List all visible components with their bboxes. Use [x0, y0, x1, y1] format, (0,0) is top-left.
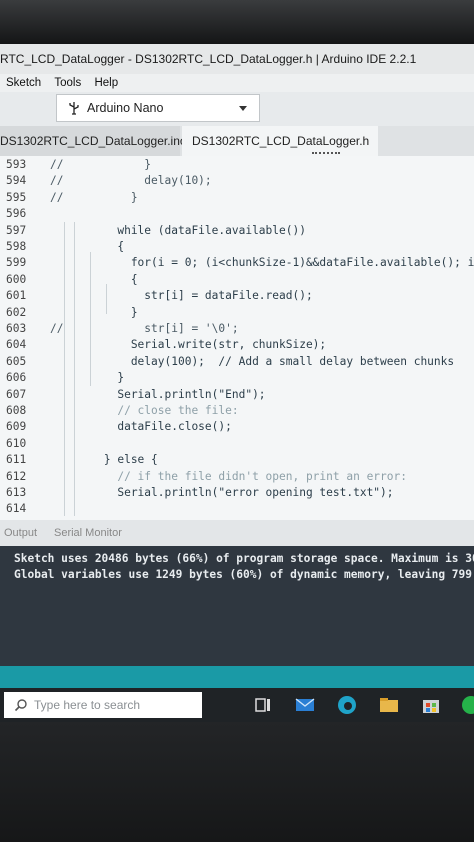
mail-icon[interactable]: [294, 694, 316, 716]
taskbar-search-box[interactable]: Type here to search: [4, 692, 202, 718]
line-number: 606: [6, 371, 27, 385]
board-selector[interactable]: Arduino Nano: [56, 94, 260, 122]
line-number: 597: [6, 223, 27, 237]
code-line: Serial.write(str, chunkSize);: [50, 338, 327, 352]
windows-taskbar: Type here to search: [0, 688, 474, 722]
tab-ino-file[interactable]: DS1302RTC_LCD_DataLogger.ino: [0, 126, 187, 156]
tab-output[interactable]: Output: [4, 520, 37, 546]
file-explorer-icon[interactable]: [378, 694, 400, 716]
code-line: while (dataFile.available()): [50, 223, 306, 237]
code-line: // }: [50, 190, 138, 204]
line-number: 600: [6, 272, 27, 286]
tab-serial-monitor[interactable]: Serial Monitor: [54, 520, 122, 546]
window-title-bar: RTC_LCD_DataLogger - DS1302RTC_LCD_DataL…: [0, 44, 474, 74]
chevron-down-icon: [239, 106, 247, 111]
line-number: 609: [6, 420, 27, 434]
line-number: 598: [6, 240, 27, 253]
output-console: Sketch uses 20486 bytes (66%) of program…: [0, 546, 474, 666]
monitor-bezel-top: [0, 0, 474, 44]
monitor-bezel-bottom: [0, 722, 474, 842]
menu-sketch[interactable]: Sketch: [6, 74, 41, 92]
tab-h-file[interactable]: DS1302RTC_LCD_DataLogger.h: [182, 126, 378, 156]
line-number: 610: [6, 436, 27, 450]
search-placeholder: Type here to search: [34, 698, 141, 712]
console-line: Sketch uses 20486 bytes (66%) of program…: [14, 552, 474, 565]
line-number-gutter: 593 594 595 596 597 598 599 600 601 602 603 604 605 6…: [0, 156, 34, 520]
store-icon[interactable]: [420, 694, 442, 716]
menu-help[interactable]: Help: [94, 74, 118, 92]
code-line: for(i = 0; (i<chunkSize-1)&&dataFile.ava…: [50, 256, 474, 270]
line-number: 612: [6, 469, 27, 483]
window-title: RTC_LCD_DataLogger - DS1302RTC_LCD_DataL…: [0, 52, 417, 66]
usb-icon: [69, 102, 79, 115]
line-number: 613: [6, 486, 27, 499]
unsaved-indicator: [312, 152, 340, 154]
code-line: {: [50, 240, 125, 253]
line-number: 607: [6, 387, 27, 401]
whatsapp-icon[interactable]: [460, 694, 474, 716]
code-line: dataFile.close();: [50, 420, 232, 434]
line-number: 614: [6, 502, 27, 516]
code-line: // if the file didn't open, print an err…: [50, 469, 407, 483]
line-number: 594: [6, 174, 27, 188]
code-line: Serial.println("End");: [50, 387, 266, 401]
code-line: // }: [50, 158, 152, 171]
line-number: 593: [6, 158, 27, 171]
edge-browser-icon[interactable]: [336, 694, 358, 716]
code-line: delay(100); // Add a small delay between…: [50, 354, 455, 368]
code-line: }: [50, 305, 138, 319]
menu-tools[interactable]: Tools: [54, 74, 81, 92]
line-number: 608: [6, 404, 27, 417]
tab-ino-label: DS1302RTC_LCD_DataLogger.ino: [0, 134, 187, 148]
menu-bar: Sketch Tools Help: [0, 74, 474, 92]
line-number: 595: [6, 190, 27, 204]
line-number: 611: [6, 453, 27, 467]
code-line: {: [50, 272, 138, 286]
line-number: 603: [6, 322, 27, 335]
board-name: Arduino Nano: [87, 101, 164, 115]
toolbar: Arduino Nano: [0, 92, 474, 126]
line-number: 599: [6, 256, 27, 270]
line-number: 605: [6, 354, 27, 368]
task-view-icon[interactable]: [252, 694, 274, 716]
tab-h-label: DS1302RTC_LCD_DataLogger.h: [192, 134, 370, 148]
code-line: // str[i] = '\0';: [50, 322, 239, 335]
line-number: 596: [6, 207, 27, 221]
line-number: 604: [6, 338, 27, 352]
code-line: // delay(10);: [50, 174, 212, 188]
code-editor[interactable]: 593 594 595 596 597 598 599 600 601 602 603 604 605 6…: [0, 156, 474, 520]
code-line: str[i] = dataFile.read();: [50, 289, 313, 303]
code-line: Serial.println("error opening test.txt")…: [50, 486, 394, 499]
code-line: }: [50, 371, 125, 385]
status-bar: [0, 666, 474, 688]
search-icon: [14, 699, 27, 712]
file-tabs: DS1302RTC_LCD_DataLogger.ino DS1302RTC_L…: [0, 126, 474, 156]
bottom-panel-tabs: Output Serial Monitor: [0, 520, 474, 546]
code-line: } else {: [50, 453, 158, 467]
line-number: 602: [6, 305, 27, 319]
code-line: // close the file:: [50, 404, 239, 417]
console-line: Global variables use 1249 bytes (60%) of…: [14, 568, 474, 581]
line-number: 601: [6, 289, 27, 303]
